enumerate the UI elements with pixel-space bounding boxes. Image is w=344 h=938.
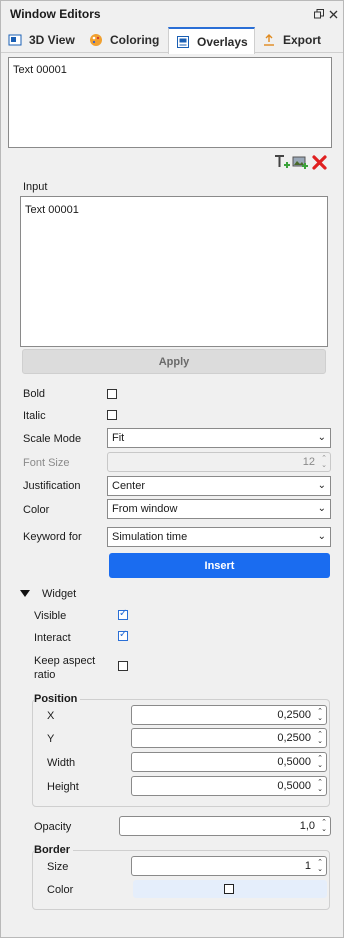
add-image-icon[interactable] bbox=[292, 154, 309, 171]
height-value: 0,5000 bbox=[277, 780, 311, 792]
visible-label: Visible bbox=[34, 610, 67, 622]
position-title: Position bbox=[34, 693, 81, 705]
y-value: 0,2500 bbox=[277, 732, 311, 744]
bold-checkbox[interactable] bbox=[107, 389, 117, 399]
chevron-down-icon: ⌄ bbox=[317, 480, 326, 491]
tab-export[interactable]: Export bbox=[255, 27, 335, 53]
border-title: Border bbox=[34, 844, 74, 856]
justification-select[interactable]: Center ⌄ bbox=[107, 476, 331, 496]
bold-label: Bold bbox=[23, 388, 46, 400]
spin-arrows-icon[interactable]: ⌃ ⌄ bbox=[317, 779, 323, 793]
border-size-value: 1 bbox=[304, 860, 311, 872]
tab-label: Overlays bbox=[197, 34, 248, 49]
export-icon bbox=[262, 33, 276, 47]
tab-label: Export bbox=[283, 33, 322, 47]
tab-coloring[interactable]: Coloring bbox=[82, 27, 168, 53]
list-item[interactable]: Text 00001 bbox=[13, 64, 67, 76]
width-label: Width bbox=[47, 757, 76, 769]
tab-3d-view[interactable]: 3D View bbox=[1, 27, 82, 53]
spin-arrows-icon: ⌃ ⌄ bbox=[321, 454, 327, 469]
restore-icon[interactable] bbox=[312, 7, 326, 21]
tab-bar: 3D View Coloring Overlays Export bbox=[1, 27, 343, 54]
3d-view-icon bbox=[8, 33, 22, 47]
chevron-down-icon: ⌄ bbox=[317, 531, 326, 542]
spin-arrows-icon[interactable]: ⌃ ⌄ bbox=[321, 819, 327, 833]
keyword-for-select[interactable]: Simulation time ⌄ bbox=[107, 527, 331, 547]
height-spinbox[interactable]: 0,5000 ⌃ ⌄ bbox=[131, 776, 327, 796]
opacity-spinbox[interactable]: 1,0 ⌃ ⌄ bbox=[119, 816, 331, 836]
interact-checkbox[interactable] bbox=[118, 629, 128, 641]
spin-arrows-icon[interactable]: ⌃ ⌄ bbox=[317, 708, 323, 722]
y-spinbox[interactable]: 0,2500 ⌃ ⌄ bbox=[131, 728, 327, 748]
interact-label: Interact bbox=[34, 632, 71, 644]
border-size-spinbox[interactable]: 1 ⌃ ⌄ bbox=[131, 856, 327, 876]
border-size-label: Size bbox=[47, 861, 69, 873]
widget-label: Widget bbox=[42, 588, 77, 600]
border-color-swatch[interactable] bbox=[224, 884, 234, 894]
insert-button[interactable]: Insert bbox=[109, 553, 330, 578]
justification-value: Center bbox=[112, 480, 146, 492]
keyword-for-label: Keyword for bbox=[23, 531, 82, 543]
window-title: Window Editors bbox=[10, 7, 101, 21]
tab-overlays[interactable]: Overlays bbox=[168, 27, 255, 54]
keyword-for-value: Simulation time bbox=[112, 531, 188, 543]
tab-label: 3D View bbox=[29, 33, 75, 47]
color-label: Color bbox=[23, 504, 50, 516]
collapse-triangle-icon[interactable] bbox=[19, 589, 31, 602]
justification-label: Justification bbox=[23, 480, 81, 492]
input-text: Text 00001 bbox=[25, 204, 79, 216]
keep-aspect-label: Keep aspect bbox=[34, 655, 96, 667]
chevron-down-icon: ⌄ bbox=[317, 503, 326, 514]
keep-aspect-label-2: ratio bbox=[34, 669, 56, 681]
input-textarea[interactable]: Text 00001 bbox=[20, 196, 328, 347]
overlays-icon bbox=[176, 35, 190, 49]
spin-arrows-icon[interactable]: ⌃ ⌄ bbox=[317, 859, 323, 873]
input-label: Input bbox=[23, 181, 48, 193]
height-label: Height bbox=[47, 781, 79, 793]
apply-button[interactable]: Apply bbox=[22, 349, 326, 374]
close-icon[interactable] bbox=[326, 7, 340, 21]
chevron-down-icon: ⌄ bbox=[317, 432, 326, 443]
width-value: 0,5000 bbox=[277, 756, 311, 768]
font-size-spinbox: 12 ⌃ ⌄ bbox=[107, 452, 331, 472]
italic-label: Italic bbox=[23, 410, 46, 422]
opacity-label: Opacity bbox=[34, 821, 72, 833]
color-select[interactable]: From window ⌄ bbox=[107, 499, 331, 519]
delete-icon[interactable] bbox=[311, 154, 328, 171]
x-value: 0,2500 bbox=[277, 709, 311, 721]
scale-mode-value: Fit bbox=[112, 432, 125, 444]
scale-mode-select[interactable]: Fit ⌄ bbox=[107, 428, 331, 448]
border-color-label: Color bbox=[47, 884, 74, 896]
y-label: Y bbox=[47, 733, 55, 745]
spin-arrows-icon[interactable]: ⌃ ⌄ bbox=[317, 731, 323, 745]
width-spinbox[interactable]: 0,5000 ⌃ ⌄ bbox=[131, 752, 327, 772]
scale-mode-label: Scale Mode bbox=[23, 433, 82, 445]
spin-arrows-icon[interactable]: ⌃ ⌄ bbox=[317, 755, 323, 769]
palette-icon bbox=[89, 33, 103, 47]
color-value: From window bbox=[112, 503, 178, 515]
title-bar: Window Editors bbox=[1, 1, 343, 27]
italic-checkbox[interactable] bbox=[107, 410, 117, 420]
font-size-label: Font Size bbox=[23, 457, 70, 469]
font-size-value: 12 bbox=[302, 456, 315, 468]
keep-aspect-checkbox[interactable] bbox=[118, 661, 128, 671]
x-spinbox[interactable]: 0,2500 ⌃ ⌄ bbox=[131, 705, 327, 725]
tab-label: Coloring bbox=[110, 33, 160, 47]
overlay-list[interactable]: Text 00001 bbox=[8, 57, 332, 148]
visible-checkbox[interactable] bbox=[118, 608, 128, 620]
opacity-value: 1,0 bbox=[299, 820, 315, 832]
x-label: X bbox=[47, 710, 55, 722]
add-text-icon[interactable] bbox=[274, 154, 291, 171]
